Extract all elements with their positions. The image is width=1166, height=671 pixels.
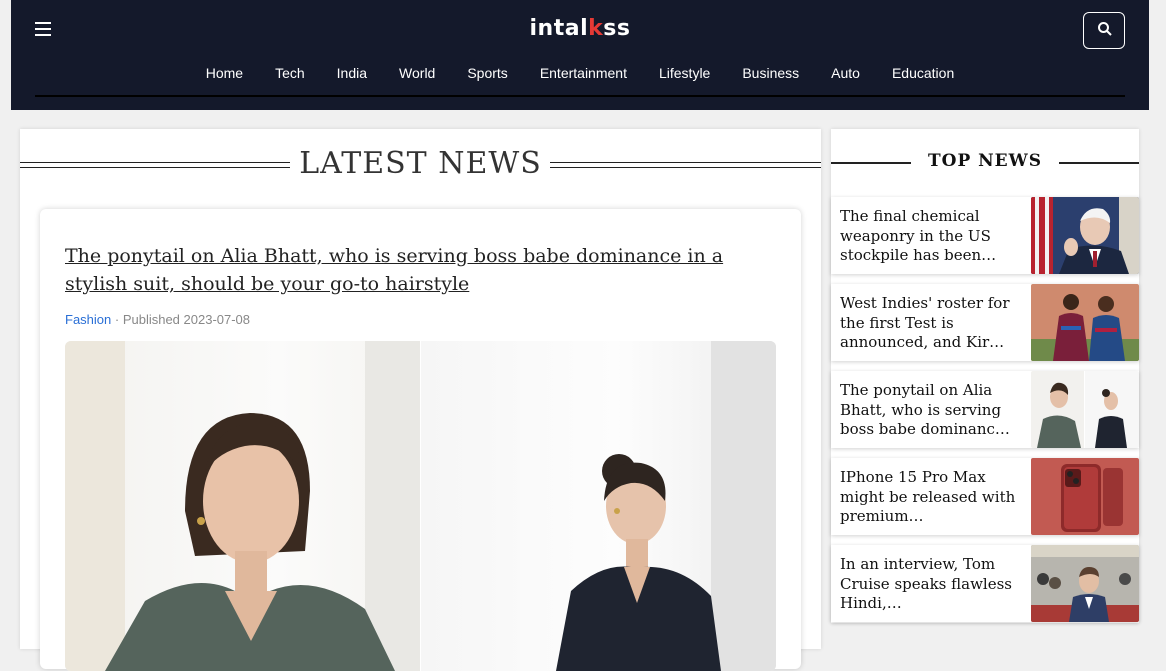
sidebar-title: TOP NEWS (927, 151, 1043, 171)
top-news-item[interactable]: IPhone 15 Pro Max might be released with… (831, 458, 1139, 535)
top-news-title: In an interview, Tom Cruise speaks flawl… (840, 555, 1012, 612)
top-news-sidebar: TOP NEWS The final chemical weaponry in … (831, 129, 1139, 623)
latest-news-section: LATEST NEWS The ponytail on Alia Bhatt, … (20, 129, 821, 671)
nav-world[interactable]: World (383, 65, 451, 81)
top-news-thumbnail (1031, 197, 1139, 274)
sidebar-rule-right (1059, 162, 1139, 164)
search-icon (1098, 22, 1112, 36)
top-news-title: IPhone 15 Pro Max might be released with… (840, 468, 1016, 525)
top-news-thumbnail (1031, 458, 1139, 535)
heading-rule-right (550, 162, 821, 168)
nav-india[interactable]: India (321, 65, 383, 81)
main-nav: Home Tech India World Sports Entertainme… (11, 65, 1149, 81)
top-news-title: The ponytail on Alia Bhatt, who is servi… (840, 381, 1010, 438)
nav-entertainment[interactable]: Entertainment (524, 65, 643, 81)
top-news-thumbnail (1031, 371, 1139, 448)
article-card: The ponytail on Alia Bhatt, who is servi… (40, 209, 801, 671)
site-header: intalkss Home Tech India World Sports En… (11, 0, 1149, 110)
header-divider (35, 95, 1125, 97)
nav-tech[interactable]: Tech (259, 65, 321, 81)
top-news-title: The final chemical weaponry in the US st… (840, 207, 997, 264)
nav-lifestyle[interactable]: Lifestyle (643, 65, 726, 81)
top-news-item[interactable]: West Indies' roster for the first Test i… (831, 284, 1139, 361)
site-logo[interactable]: intalkss (11, 16, 1149, 41)
section-heading: LATEST NEWS (20, 146, 821, 186)
article-published-date: Published 2023-07-08 (122, 312, 251, 327)
hero-image-right (421, 341, 776, 671)
top-news-thumbnail (1031, 284, 1139, 361)
nav-home[interactable]: Home (190, 65, 259, 81)
article-meta: Fashion · Published 2023-07-08 (65, 312, 250, 327)
top-news-item[interactable]: The ponytail on Alia Bhatt, who is servi… (831, 371, 1139, 448)
article-title-link[interactable]: The ponytail on Alia Bhatt, who is servi… (65, 242, 745, 298)
article-hero-image[interactable] (65, 341, 776, 671)
search-button[interactable] (1083, 12, 1125, 49)
nav-education[interactable]: Education (876, 65, 970, 81)
nav-business[interactable]: Business (726, 65, 815, 81)
top-news-title: West Indies' roster for the first Test i… (840, 294, 1010, 351)
nav-auto[interactable]: Auto (815, 65, 876, 81)
nav-sports[interactable]: Sports (451, 65, 523, 81)
top-news-item[interactable]: The final chemical weaponry in the US st… (831, 197, 1139, 274)
top-news-item[interactable]: In an interview, Tom Cruise speaks flawl… (831, 545, 1139, 622)
article-category-link[interactable]: Fashion (65, 312, 111, 327)
hero-image-left (65, 341, 420, 671)
sidebar-heading: TOP NEWS (831, 151, 1139, 175)
meta-separator: · (111, 312, 123, 327)
top-news-thumbnail (1031, 545, 1139, 622)
